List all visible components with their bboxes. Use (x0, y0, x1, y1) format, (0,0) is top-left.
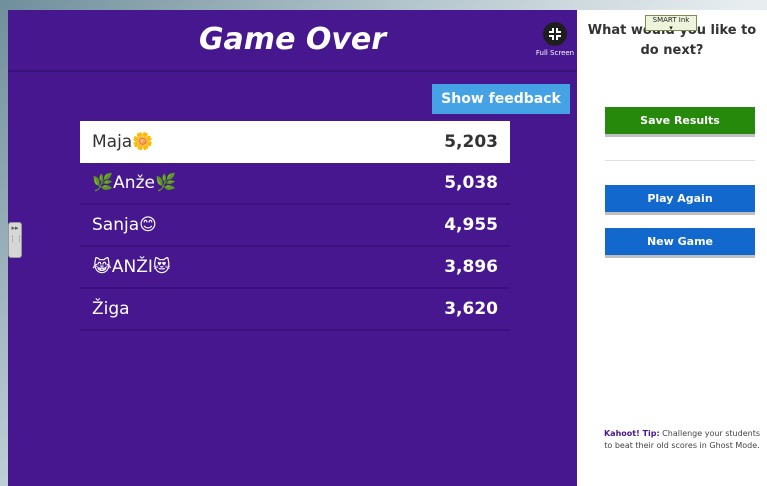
game-over-panel: Game Over Full Screen Show feedback Maja… (8, 10, 577, 486)
player-score: 3,896 (444, 257, 498, 277)
chevron-down-icon: ▾ (669, 24, 673, 32)
new-game-button[interactable]: New Game (605, 228, 755, 255)
player-name: 😹ANŽI😻 (92, 257, 171, 277)
show-feedback-button[interactable]: Show feedback (432, 84, 570, 114)
player-score: 4,955 (444, 215, 498, 235)
fullscreen-label: Full Screen (535, 49, 575, 57)
smart-ink-label: SMART Ink (652, 16, 690, 24)
score-row: Maja🌼 5,203 (80, 121, 510, 163)
score-row: Sanja😊 4,955 (80, 205, 510, 247)
page-title: Game Over (198, 22, 387, 57)
player-score: 5,203 (444, 132, 498, 152)
side-drag-handle[interactable]: ▸▸ ⋮⋮ (8, 222, 23, 258)
save-results-button[interactable]: Save Results (605, 107, 755, 134)
tip-label: Kahoot! Tip: (603, 429, 660, 438)
fullscreen-button[interactable]: Full Screen (535, 22, 575, 68)
grip-dots-icon: ⋮⋮ (9, 235, 23, 243)
player-score: 3,620 (444, 299, 498, 319)
smart-ink-toolbar[interactable]: SMART Ink ▾ (645, 15, 697, 32)
score-row: Žiga 3,620 (80, 289, 510, 331)
score-row: 😹ANŽI😻 3,896 (80, 247, 510, 289)
player-score: 5,038 (444, 173, 498, 193)
kahoot-tip: Kahoot! Tip: Challenge your students to … (601, 428, 763, 452)
player-name: 🌿Anže🌿 (92, 173, 177, 193)
game-header: Game Over Full Screen (8, 10, 577, 72)
grip-icon: ▸▸ (11, 224, 19, 232)
fullscreen-icon (543, 22, 567, 46)
player-name: Sanja😊 (92, 215, 157, 235)
divider (605, 160, 755, 161)
play-again-button[interactable]: Play Again (605, 185, 755, 212)
player-name: Maja🌼 (92, 132, 154, 152)
scoreboard: Maja🌼 5,203 🌿Anže🌿 5,038 Sanja😊 4,955 😹A… (80, 121, 510, 331)
score-row: 🌿Anže🌿 5,038 (80, 163, 510, 205)
player-name: Žiga (92, 299, 130, 319)
